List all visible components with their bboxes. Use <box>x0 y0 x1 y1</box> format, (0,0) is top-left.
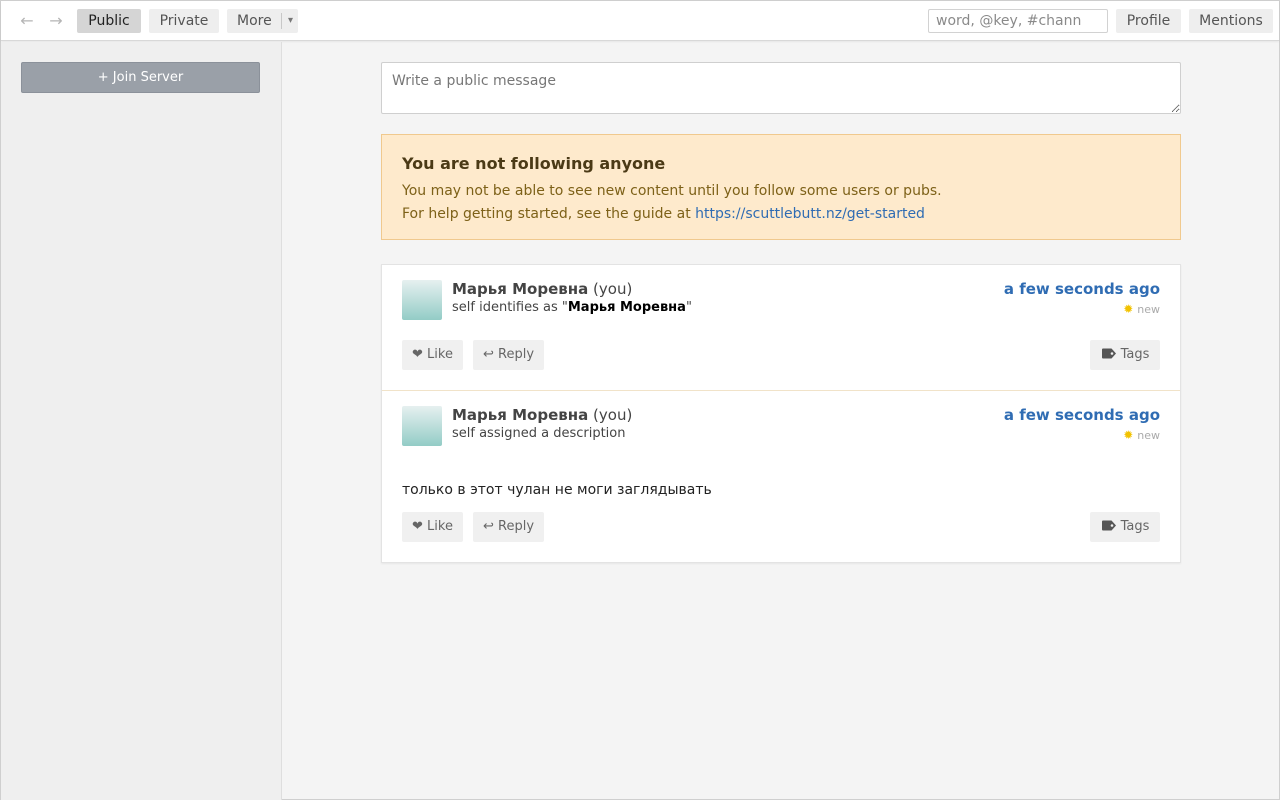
sidebar: + Join Server <box>1 42 282 800</box>
new-label: new <box>1137 429 1160 442</box>
tags-label: Tags <box>1120 347 1150 362</box>
get-started-link[interactable]: https://scuttlebutt.nz/get-started <box>695 206 925 222</box>
you-tag: (you) <box>593 406 633 424</box>
tag-icon <box>1101 348 1116 359</box>
author-line: Марья Моревна (you) <box>452 280 632 298</box>
forward-arrow-icon[interactable]: → <box>45 10 67 32</box>
action-prefix: self identifies as " <box>452 300 568 315</box>
message-timestamp[interactable]: a few seconds ago <box>1004 406 1160 424</box>
chevron-down-icon[interactable]: ▾ <box>288 9 293 32</box>
like-button[interactable]: ❤ Like <box>402 512 463 542</box>
tags-button[interactable]: Tags <box>1090 340 1160 370</box>
action-suffix: " <box>685 300 692 315</box>
message-action: self assigned a description <box>452 426 626 441</box>
tags-label: Tags <box>1120 519 1150 534</box>
notice-line-1: You may not be able to see new content u… <box>402 183 942 199</box>
message-action: self identifies as "Марья Моревна" <box>452 300 692 315</box>
join-server-button[interactable]: + Join Server <box>21 62 260 93</box>
message-header: Марья Моревна (you) self assigned a desc… <box>402 406 1160 446</box>
message-timestamp[interactable]: a few seconds ago <box>1004 280 1160 298</box>
notice-line-2: For help getting started, see the guide … <box>402 203 1160 226</box>
new-badge: ✹ new <box>1123 428 1160 442</box>
top-bar: ← → Public Private More ▾ Profile Mentio… <box>1 1 1279 41</box>
more-divider <box>281 13 282 29</box>
feed-message: Марья Моревна (you) self assigned a desc… <box>382 390 1180 562</box>
profile-button[interactable]: Profile <box>1116 9 1181 33</box>
reply-button[interactable]: ↩ Reply <box>473 512 544 542</box>
avatar[interactable] <box>402 406 442 446</box>
tag-icon <box>1101 520 1116 531</box>
new-badge: ✹ new <box>1123 302 1160 316</box>
mentions-button[interactable]: Mentions <box>1189 9 1273 33</box>
back-arrow-icon[interactable]: ← <box>16 10 38 32</box>
tab-more[interactable]: More ▾ <box>227 9 298 33</box>
author-line: Марья Моревна (you) <box>452 406 632 424</box>
sun-icon: ✹ <box>1123 428 1134 442</box>
tab-more-label: More <box>237 13 272 29</box>
author-name[interactable]: Марья Моревна <box>452 280 588 298</box>
feed-message: Марья Моревна (you) self identifies as "… <box>382 265 1180 390</box>
notice-line-2-text: For help getting started, see the guide … <box>402 206 696 222</box>
message-feed: Марья Моревна (you) self identifies as "… <box>381 264 1181 563</box>
message-actions: ❤ Like ↩ Reply Tags <box>402 340 1160 370</box>
compose-message-input[interactable] <box>381 62 1181 114</box>
action-name: Марья Моревна <box>567 300 686 315</box>
reply-button[interactable]: ↩ Reply <box>473 340 544 370</box>
message-actions: ❤ Like ↩ Reply Tags <box>402 512 1160 542</box>
new-label: new <box>1137 303 1160 316</box>
not-following-notice: You are not following anyone You may not… <box>381 134 1181 240</box>
message-body: только в этот чулан не моги заглядывать <box>402 482 712 498</box>
you-tag: (you) <box>593 280 633 298</box>
tab-private[interactable]: Private <box>149 9 219 33</box>
tags-button[interactable]: Tags <box>1090 512 1160 542</box>
notice-title: You are not following anyone <box>402 154 666 173</box>
author-name[interactable]: Марья Моревна <box>452 406 588 424</box>
message-header: Марья Моревна (you) self identifies as "… <box>402 280 1160 320</box>
sun-icon: ✹ <box>1123 302 1134 316</box>
like-button[interactable]: ❤ Like <box>402 340 463 370</box>
search-input[interactable] <box>928 9 1108 33</box>
tab-public[interactable]: Public <box>77 9 141 33</box>
avatar[interactable] <box>402 280 442 320</box>
